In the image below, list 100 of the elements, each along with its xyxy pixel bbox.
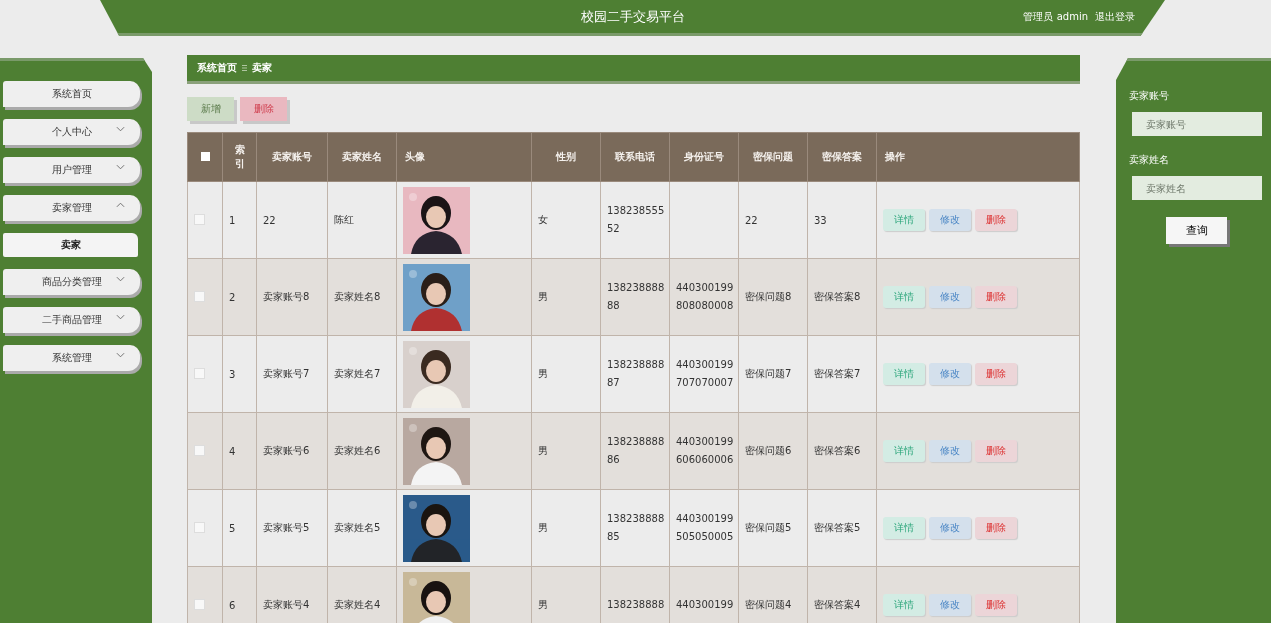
details-button[interactable]: 详情 <box>883 594 925 616</box>
table-cell: 22 <box>256 181 328 259</box>
table-cell: 卖家姓名4 <box>327 566 397 623</box>
table-cell: 密保答案6 <box>807 412 877 490</box>
menu-item[interactable]: 卖家管理 <box>3 195 140 221</box>
menu-item[interactable]: 商品分类管理 <box>3 269 140 295</box>
table-cell-text: 13823888886 <box>607 435 665 467</box>
table-cell: 密保问题7 <box>738 335 808 413</box>
delete-button[interactable]: 删除 <box>975 363 1017 385</box>
table-cell: 女 <box>531 181 601 259</box>
edit-button[interactable]: 修改 <box>929 594 971 616</box>
details-button[interactable]: 详情 <box>883 363 925 385</box>
add-button[interactable]: 新增 <box>187 97 234 121</box>
column-header: 密保答案 <box>807 132 877 182</box>
table-cell: 33 <box>807 181 877 259</box>
table-cell: 卖家账号6 <box>256 412 328 490</box>
table-cell-text: 138238888 <box>607 598 665 612</box>
table-cell: 22 <box>738 181 808 259</box>
user-label: 管理员 admin <box>1023 10 1088 24</box>
field-label: 卖家姓名 <box>1129 153 1170 167</box>
field-label: 卖家账号 <box>1129 89 1170 103</box>
delete-button[interactable]: 删除 <box>975 440 1017 462</box>
row-checkbox[interactable] <box>194 367 205 379</box>
table-cell: 男 <box>531 412 601 490</box>
table-cell-text: 13823888888 <box>607 281 665 313</box>
table-cell: 密保答案7 <box>807 335 877 413</box>
details-button[interactable]: 详情 <box>883 440 925 462</box>
table-cell: 卖家姓名7 <box>327 335 397 413</box>
details-button[interactable]: 详情 <box>883 209 925 231</box>
column-header: 密保问题 <box>738 132 808 182</box>
table-cell: 密保答案4 <box>807 566 877 623</box>
column-header: 性别 <box>531 132 601 182</box>
table-cell: 卖家姓名5 <box>327 489 397 567</box>
submenu-item[interactable]: 卖家 <box>3 233 138 257</box>
table-cell-text: 13823888887 <box>607 358 665 390</box>
table-cell: 卖家账号7 <box>256 335 328 413</box>
table-cell: 密保问题5 <box>738 489 808 567</box>
table-cell-text: 440300199606060006 <box>676 435 734 467</box>
details-button[interactable]: 详情 <box>883 517 925 539</box>
table-cell-text: 440300199 <box>676 598 734 612</box>
menu-item[interactable]: 二手商品管理 <box>3 307 140 333</box>
table-cell: 密保答案8 <box>807 258 877 336</box>
details-button[interactable]: 详情 <box>883 286 925 308</box>
delete-button[interactable]: 删除 <box>975 286 1017 308</box>
table-cell: 5 <box>222 489 257 567</box>
column-header: 头像 <box>396 132 532 182</box>
row-checkbox[interactable] <box>194 213 205 225</box>
table-cell: 卖家账号8 <box>256 258 328 336</box>
table-cell: 卖家姓名8 <box>327 258 397 336</box>
menu-item[interactable]: 系统管理 <box>3 345 140 371</box>
breadcrumb-link[interactable]: 卖家 <box>252 61 272 75</box>
edit-button[interactable]: 修改 <box>929 440 971 462</box>
row-checkbox[interactable] <box>194 444 205 456</box>
table-cell: 密保答案5 <box>807 489 877 567</box>
edit-button[interactable]: 修改 <box>929 209 971 231</box>
site-title: 校园二手交易平台 <box>580 7 685 26</box>
table-cell-text: 13823888885 <box>607 512 665 544</box>
table-cell: 4 <box>222 412 257 490</box>
column-header: 操作 <box>876 132 1080 182</box>
table-cell: 男 <box>531 489 601 567</box>
row-checkbox[interactable] <box>194 521 205 533</box>
table-cell: 陈红 <box>327 181 397 259</box>
table-cell: 卖家账号5 <box>256 489 328 567</box>
table-cell-text: 440300199505050005 <box>676 512 734 544</box>
edit-button[interactable]: 修改 <box>929 286 971 308</box>
select-all-checkbox[interactable] <box>200 151 210 161</box>
table-cell: 密保问题4 <box>738 566 808 623</box>
search-button[interactable]: 查询 <box>1166 217 1227 244</box>
breadcrumb-link[interactable]: 系统首页 <box>197 61 237 75</box>
table-cell: 2 <box>222 258 257 336</box>
table-cell-text: 440300199808080008 <box>676 281 734 313</box>
table-cell: 密保问题8 <box>738 258 808 336</box>
separator-icon <box>242 64 247 72</box>
column-header: 索引 <box>222 132 257 182</box>
menu-item[interactable]: 个人中心 <box>3 119 140 145</box>
edit-button[interactable]: 修改 <box>929 363 971 385</box>
table-cell: 男 <box>531 566 601 623</box>
table-cell: 1 <box>222 181 257 259</box>
delete-button[interactable]: 删除 <box>975 517 1017 539</box>
table-cell-text: 13823855552 <box>607 204 665 236</box>
delete-button[interactable]: 删除 <box>975 209 1017 231</box>
column-header: 身份证号 <box>669 132 739 182</box>
search-field[interactable]: 卖家姓名 <box>1132 176 1262 200</box>
edit-button[interactable]: 修改 <box>929 517 971 539</box>
delete-button[interactable]: 删除 <box>240 97 287 121</box>
table-cell: 3 <box>222 335 257 413</box>
table-cell: 6 <box>222 566 257 623</box>
column-header: 联系电话 <box>600 132 670 182</box>
row-checkbox[interactable] <box>194 598 205 610</box>
table-cell: 男 <box>531 335 601 413</box>
column-header: 卖家姓名 <box>327 132 397 182</box>
menu-item[interactable]: 用户管理 <box>3 157 140 183</box>
table-cell: 卖家账号4 <box>256 566 328 623</box>
logout-link[interactable]: 退出登录 <box>1095 10 1135 24</box>
menu-item[interactable]: 系统首页 <box>3 81 140 107</box>
table-cell: 密保问题6 <box>738 412 808 490</box>
row-checkbox[interactable] <box>194 290 205 302</box>
search-field[interactable]: 卖家账号 <box>1132 112 1262 136</box>
table-cell-text: 440300199707070007 <box>676 358 734 390</box>
delete-button[interactable]: 删除 <box>975 594 1017 616</box>
